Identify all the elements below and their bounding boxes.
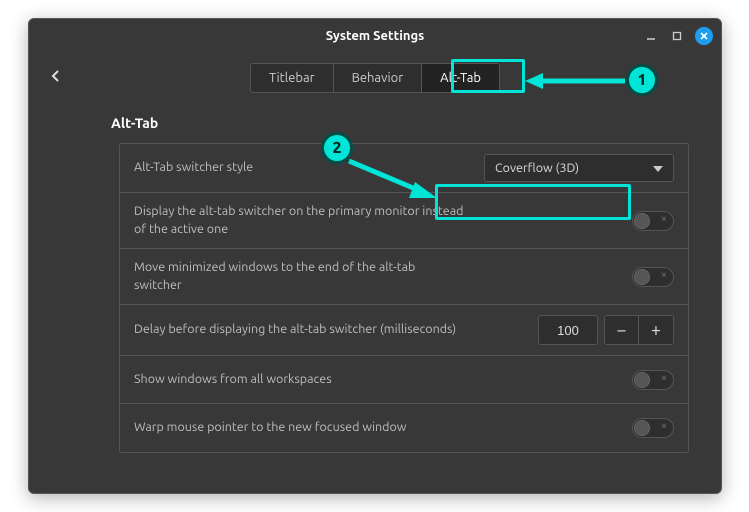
toggle-off-icon: × (661, 213, 667, 225)
row-switcher-style: Alt-Tab switcher style Coverflow (3D) (120, 144, 688, 193)
row-warp-mouse: Warp mouse pointer to the new focused wi… (120, 404, 688, 452)
toggle-all-workspaces[interactable]: × (632, 370, 674, 390)
row-minimized-end: Move minimized windows to the end of the… (120, 249, 688, 305)
window-title: System Settings (326, 29, 425, 43)
select-value: Coverflow (3D) (495, 161, 579, 175)
settings-window: System Settings Titlebar Behavior Alt-Ta… (28, 18, 722, 494)
label-delay: Delay before displaying the alt-tab swit… (134, 321, 456, 339)
toggle-warp-mouse[interactable]: × (632, 418, 674, 438)
minimize-button[interactable] (643, 28, 659, 44)
toggle-knob (634, 420, 650, 436)
annotation-badge-2: 2 (321, 132, 353, 164)
label-minimized-end: Move minimized windows to the end of the… (134, 259, 464, 294)
chevron-left-icon (49, 69, 63, 83)
titlebar: System Settings (29, 19, 721, 53)
label-warp-mouse: Warp mouse pointer to the new focused wi… (134, 419, 406, 437)
window-controls (643, 19, 713, 53)
row-delay: Delay before displaying the alt-tab swit… (120, 305, 688, 356)
back-button[interactable] (49, 69, 63, 87)
section-title: Alt-Tab (111, 115, 689, 131)
tab-behavior[interactable]: Behavior (334, 64, 423, 92)
chevron-down-icon (653, 161, 663, 175)
toggle-minimized-end[interactable]: × (632, 267, 674, 287)
select-switcher-style[interactable]: Coverflow (3D) (484, 154, 674, 182)
label-primary-monitor: Display the alt-tab switcher on the prim… (134, 203, 464, 238)
increment-button[interactable]: + (639, 316, 673, 344)
content: Alt-Tab Alt-Tab switcher style Coverflow… (29, 103, 721, 473)
tabs: Titlebar Behavior Alt-Tab (250, 63, 500, 93)
maximize-button[interactable] (669, 28, 685, 44)
annotation-badge-1: 1 (626, 64, 658, 96)
settings-block: Alt-Tab switcher style Coverflow (3D) Di… (119, 143, 689, 453)
tab-titlebar[interactable]: Titlebar (251, 64, 334, 92)
toggle-knob (634, 213, 650, 229)
label-switcher-style: Alt-Tab switcher style (134, 159, 253, 177)
toggle-off-icon: × (661, 372, 667, 384)
toggle-primary-monitor[interactable]: × (632, 211, 674, 231)
toggle-knob (634, 269, 650, 285)
decrement-button[interactable]: − (605, 316, 639, 344)
header-row: Titlebar Behavior Alt-Tab (29, 53, 721, 103)
row-primary-monitor: Display the alt-tab switcher on the prim… (120, 193, 688, 249)
label-all-workspaces: Show windows from all workspaces (134, 371, 332, 389)
spin-buttons: − + (604, 315, 674, 345)
toggle-off-icon: × (661, 269, 667, 281)
toggle-off-icon: × (661, 420, 667, 432)
spinner-delay: − + (538, 315, 674, 345)
toggle-knob (634, 372, 650, 388)
input-delay[interactable] (538, 315, 598, 345)
close-button[interactable] (695, 27, 713, 45)
row-all-workspaces: Show windows from all workspaces × (120, 356, 688, 404)
tab-alt-tab[interactable]: Alt-Tab (422, 64, 499, 92)
